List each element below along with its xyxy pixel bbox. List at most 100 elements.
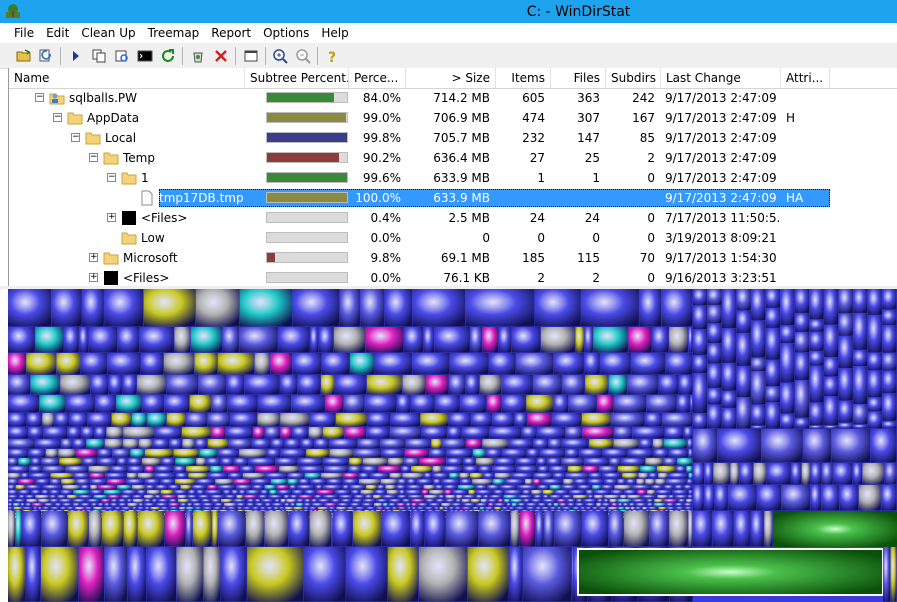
treemap-tile[interactable] [609,458,621,466]
treemap-tile[interactable] [522,490,531,495]
treemap-tile[interactable] [243,495,259,499]
treemap-tile[interactable] [76,479,91,485]
treemap-tile[interactable] [279,507,285,510]
treemap-tile[interactable] [432,466,442,473]
treemap-tile[interactable] [446,511,479,547]
treemap-tile[interactable] [628,327,652,353]
treemap-tile[interactable] [360,289,385,327]
treemap-tile[interactable] [144,449,174,458]
treemap-tile[interactable] [79,327,89,353]
treemap-tile[interactable] [704,485,715,511]
treemap-tile[interactable] [8,507,14,510]
treemap-tile[interactable] [376,499,389,503]
treemap-tile[interactable] [553,353,584,375]
treemap-tile[interactable] [385,485,396,490]
treemap-tile[interactable] [657,495,668,499]
treemap-tile[interactable] [652,327,669,353]
treemap-tile[interactable] [247,499,255,503]
treemap-tile[interactable] [155,427,182,439]
treemap-tile[interactable] [343,473,359,479]
treemap-tile[interactable] [730,463,739,485]
treemap-tile[interactable] [333,327,365,353]
treemap-tile[interactable] [594,495,604,499]
treemap-tile[interactable] [618,507,625,510]
treemap-tile[interactable] [286,499,297,503]
treemap-tile[interactable] [118,499,127,503]
treemap-tile[interactable] [562,507,573,510]
treemap-tile[interactable] [350,485,366,490]
treemap-tile[interactable] [463,495,476,499]
treemap-tile[interactable] [144,499,152,503]
treemap-tile[interactable] [472,449,486,458]
treemap-tile[interactable] [683,485,693,490]
treemap-tile[interactable] [217,353,255,375]
treemap-tile[interactable] [275,458,298,466]
treemap-tile[interactable] [494,507,502,510]
treemap-tile[interactable] [317,507,329,510]
treemap-tile[interactable] [664,439,687,449]
treemap-tile[interactable] [169,507,179,510]
treemap-tile[interactable] [476,458,495,466]
treemap-tile[interactable] [343,395,365,413]
treemap-tile[interactable] [780,289,795,326]
treemap-tile[interactable] [397,495,408,499]
treemap-tile[interactable] [478,466,492,473]
treemap-tile[interactable] [475,485,488,490]
treemap-tile[interactable] [801,463,811,485]
treemap-tile[interactable] [108,495,121,499]
treemap-tile[interactable] [284,507,294,510]
treemap-tile[interactable] [380,479,398,485]
treemap-tile[interactable] [627,375,659,395]
treemap-tile[interactable] [160,490,174,495]
treemap-tile[interactable] [565,449,579,458]
treemap-tile[interactable] [478,511,511,547]
treemap-tile[interactable] [631,353,666,375]
treemap-tile[interactable] [516,353,554,375]
treemap-tile[interactable] [26,413,42,427]
treemap-tile[interactable] [223,466,241,473]
treemap-tile[interactable] [559,503,568,507]
treemap-tile[interactable] [685,507,693,510]
treemap-tile[interactable] [666,479,687,485]
treemap-tile[interactable] [88,327,118,353]
treemap-tile[interactable] [311,503,325,507]
treemap-tile[interactable] [417,507,425,510]
treemap-tile[interactable] [30,375,60,395]
treemap-tile[interactable] [352,499,363,503]
treemap-tile[interactable] [342,485,350,490]
treemap-tile[interactable] [239,449,267,458]
treemap-tile[interactable] [54,413,70,427]
treemap-tile[interactable] [150,507,161,510]
treemap-tile[interactable] [389,473,402,479]
treemap-tile[interactable] [8,511,15,547]
treemap-tile[interactable] [407,479,417,485]
menu-options[interactable]: Options [257,23,315,43]
treemap-tile[interactable] [39,395,66,413]
treemap-tile[interactable] [392,507,398,510]
treemap-tile[interactable] [280,499,287,503]
treemap-tile[interactable] [60,375,90,395]
treemap-tile[interactable] [280,427,292,439]
treemap-tile[interactable] [510,511,520,547]
treemap-tile[interactable] [518,495,534,499]
treemap-tile[interactable] [548,439,562,449]
treemap-tile[interactable] [511,473,534,479]
treemap-tile[interactable] [380,439,406,449]
treemap-tile[interactable] [449,375,466,395]
treemap-tile[interactable] [350,353,375,375]
treemap-tile[interactable] [192,511,212,547]
treemap-tile[interactable] [824,376,839,396]
treemap-tile[interactable] [635,503,647,507]
treemap-tile[interactable] [344,427,367,439]
treemap-tile[interactable] [617,499,632,503]
treemap-tile[interactable] [465,375,480,395]
treemap-tile[interactable] [588,479,605,485]
treemap-tile[interactable] [537,485,550,490]
treemap-tile[interactable] [72,503,81,507]
treemap-tile[interactable] [601,503,612,507]
treemap-tile[interactable] [500,485,518,490]
treemap-tile[interactable] [226,375,245,395]
treemap-tile[interactable] [348,466,362,473]
treemap-tile[interactable] [80,503,92,507]
treemap-tile[interactable] [561,485,578,490]
